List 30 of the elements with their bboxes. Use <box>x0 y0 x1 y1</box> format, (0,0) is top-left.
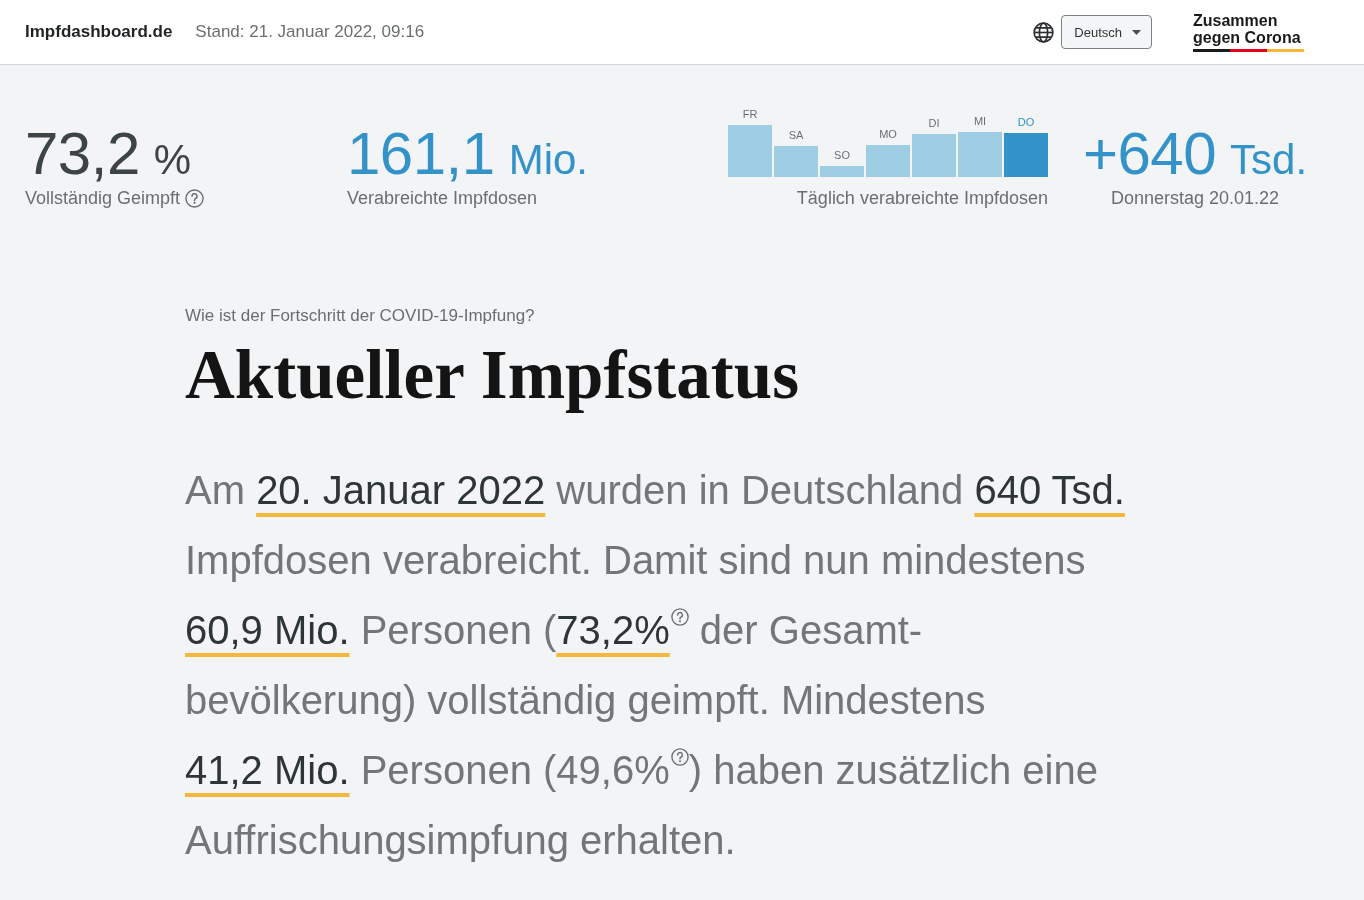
day-label: MI <box>973 115 987 128</box>
figure-label: Verabreichte Impfdosen <box>347 187 538 210</box>
section-kicker: Wie ist der Fortschritt der COVID-19-Impfung? <box>185 305 535 327</box>
figure-unit: Tsd. <box>1230 135 1308 185</box>
status-paragraph: Am 20. Januar 2022 wurden in Deutschland 640 Tsd. Impfdosen verabreicht. Damit sind nun mindestens 60,9 Mio. Personen (73,2% der Gesamt- bevölkerung) vollständig geimpft. Mindestens 41,2 Mio. Personen (49,6% ) haben zusätzlich eine Auffrischungsimpfung erhalten. <box>185 467 1126 864</box>
day-label: MO <box>879 128 897 141</box>
chart-caption: Täglich verabreichte Impfdosen <box>796 187 1048 210</box>
language-select[interactable]: Deutsch <box>1061 15 1152 49</box>
figure-unit: % <box>153 135 192 185</box>
help-icon[interactable] <box>670 748 689 766</box>
help-icon[interactable] <box>185 188 205 208</box>
figure-unit: Mio. <box>508 135 588 185</box>
last-updated: Stand: 21. Januar 2022, 09:16 <box>195 22 425 42</box>
figure-number: 161,1 <box>347 124 495 184</box>
figure-number: 73,2 <box>25 124 140 184</box>
day-label: DI <box>928 117 940 130</box>
logo-text: Zusammen gegen Corona <box>1193 12 1302 46</box>
help-icon[interactable] <box>670 608 689 626</box>
day-label: DO <box>1017 116 1035 129</box>
section-heading: Aktueller Impfstatus <box>185 337 799 413</box>
figure-number: +640 <box>1082 124 1217 184</box>
day-label: SO <box>834 149 850 162</box>
globe-icon <box>1033 21 1055 43</box>
day-label: SA <box>788 129 804 142</box>
site-name[interactable]: Impfdashboard.de <box>25 22 173 42</box>
figure-label: Vollständig Geimpft <box>25 187 181 210</box>
caret-icon <box>1132 29 1141 35</box>
figure-label: Donnerstag 20.01.22 <box>1110 187 1280 210</box>
flag-stripe-icon <box>1193 49 1304 52</box>
day-label: FR <box>742 108 758 121</box>
